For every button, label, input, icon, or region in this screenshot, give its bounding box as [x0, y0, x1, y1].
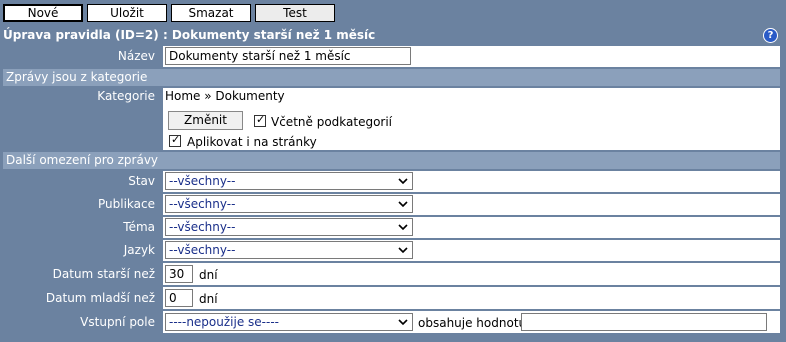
topic-label: Téma: [3, 217, 160, 238]
delete-button[interactable]: Smazat: [171, 4, 251, 22]
publication-row: Publikace --všechny--: [3, 194, 780, 215]
help-icon[interactable]: ?: [763, 28, 778, 43]
older-than-input[interactable]: 30: [165, 265, 193, 283]
input-field-row: Vstupní pole ----nepoužije se---- obsahu…: [3, 311, 780, 333]
page-title: Úprava pravidla (ID=2) : Dokumenty starš…: [0, 26, 786, 44]
language-row: Jazyk --všechny--: [3, 240, 780, 261]
name-input[interactable]: Dokumenty starší než 1 měsíc: [165, 47, 411, 65]
new-button[interactable]: Nové: [3, 4, 83, 22]
younger-than-row: Datum mladší než 0 dní: [3, 287, 780, 309]
older-than-label: Datum starší než: [3, 263, 160, 285]
older-than-row: Datum starší než 30 dní: [3, 263, 780, 285]
name-row: Název Dokumenty starší než 1 měsíc: [3, 46, 780, 67]
language-select-value: --všechny--: [169, 243, 236, 257]
save-button[interactable]: Uložit: [87, 4, 167, 22]
status-select-value: --všechny--: [169, 174, 236, 188]
section-other-limits: Další omezení pro zprávy: [3, 152, 780, 169]
chevron-down-icon: [398, 178, 408, 185]
younger-than-unit: dní: [199, 292, 218, 306]
apply-to-pages-label: Aplikovat i na stránky: [187, 135, 317, 149]
language-label: Jazyk: [3, 240, 160, 261]
status-row: Stav --všechny--: [3, 171, 780, 192]
topic-select-value: --všechny--: [169, 220, 236, 234]
publication-select-value: --všechny--: [169, 197, 236, 211]
chevron-down-icon: [398, 319, 408, 326]
include-subcategories-label: Včetně podkategorií: [271, 115, 393, 129]
publication-label: Publikace: [3, 194, 160, 215]
include-subcategories-checkbox[interactable]: ✓: [254, 114, 266, 127]
apply-to-pages-checkbox[interactable]: ✓: [169, 134, 181, 147]
chevron-down-icon: [398, 224, 408, 231]
topic-row: Téma --všechny--: [3, 217, 780, 238]
change-category-button[interactable]: Změnit: [168, 111, 243, 130]
chevron-down-icon: [398, 247, 408, 254]
section-categories: Zprávy jsou z kategorie: [3, 69, 780, 86]
status-label: Stav: [3, 171, 160, 192]
status-select[interactable]: --všechny--: [165, 172, 413, 190]
input-field-select-value: ----nepoužije se----: [169, 315, 279, 329]
older-than-unit: dní: [199, 268, 218, 282]
category-label: Kategorie: [3, 88, 160, 150]
input-field-select[interactable]: ----nepoužije se----: [165, 313, 413, 331]
name-label: Název: [3, 46, 160, 67]
topic-select[interactable]: --všechny--: [165, 218, 413, 236]
category-row: Kategorie Home » Dokumenty Změnit ✓ Včet…: [3, 88, 780, 150]
younger-than-label: Datum mladší než: [3, 287, 160, 309]
category-path: Home » Dokumenty: [165, 89, 285, 103]
test-button[interactable]: Test: [255, 4, 335, 22]
younger-than-input[interactable]: 0: [165, 289, 193, 307]
contains-value-label: obsahuje hodnotu: [418, 316, 527, 330]
toolbar: Nové Uložit Smazat Test: [0, 0, 786, 26]
publication-select[interactable]: --všechny--: [165, 195, 413, 213]
language-select[interactable]: --všechny--: [165, 241, 413, 259]
contains-value-input[interactable]: [521, 313, 767, 331]
input-field-label: Vstupní pole: [3, 311, 160, 333]
chevron-down-icon: [398, 201, 408, 208]
